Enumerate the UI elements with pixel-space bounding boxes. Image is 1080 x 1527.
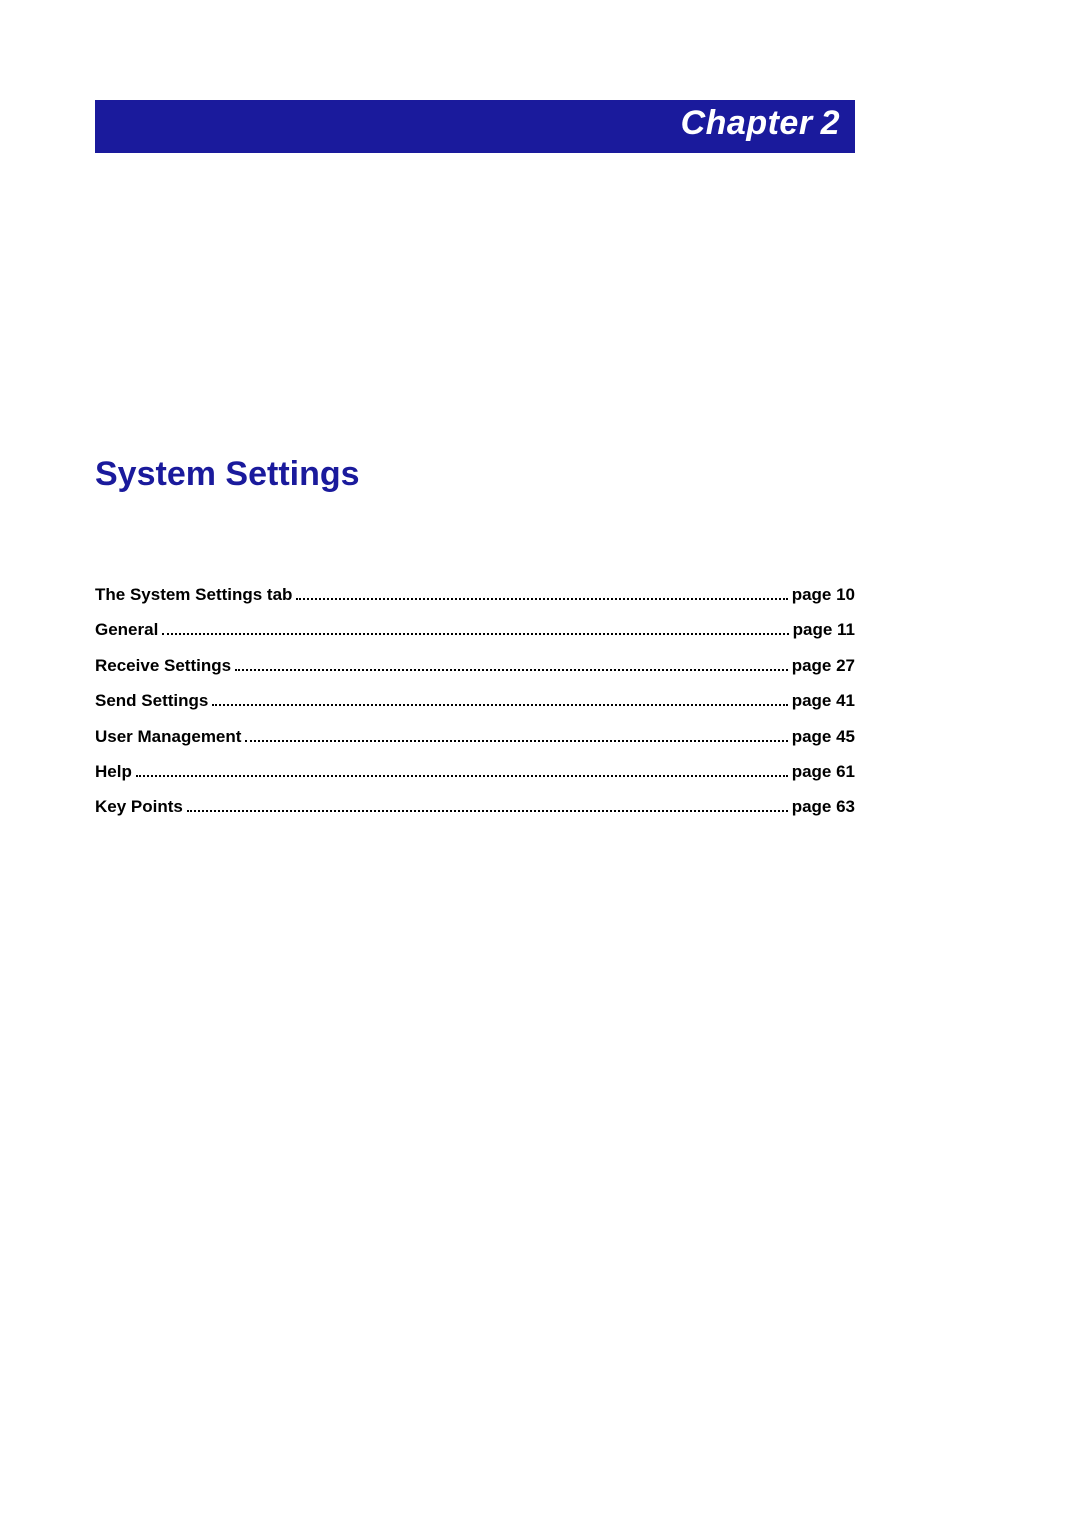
toc-dots [296, 588, 787, 600]
toc-row[interactable]: Send Settings page 41 [95, 691, 855, 711]
table-of-contents: The System Settings tab page 10 General … [95, 585, 855, 833]
toc-page: page 10 [792, 585, 855, 605]
toc-dots [162, 623, 788, 635]
chapter-number: 2 [821, 104, 840, 143]
toc-page: page 11 [793, 620, 855, 640]
toc-row[interactable]: The System Settings tab page 10 [95, 585, 855, 605]
toc-page: page 41 [792, 691, 855, 711]
toc-label: Help [95, 762, 132, 782]
chapter-label: Chapter [681, 104, 813, 143]
toc-dots [136, 765, 788, 777]
toc-label: Receive Settings [95, 656, 231, 676]
toc-label: Send Settings [95, 691, 208, 711]
toc-row[interactable]: Help page 61 [95, 762, 855, 782]
toc-label: User Management [95, 727, 241, 747]
toc-dots [235, 659, 788, 671]
chapter-banner: Chapter 2 [95, 100, 855, 150]
toc-page: page 63 [792, 797, 855, 817]
page-title: System Settings [95, 455, 360, 494]
toc-page: page 61 [792, 762, 855, 782]
toc-page: page 27 [792, 656, 855, 676]
toc-label: The System Settings tab [95, 585, 292, 605]
toc-dots [245, 729, 787, 741]
toc-label: General [95, 620, 158, 640]
toc-page: page 45 [792, 727, 855, 747]
toc-row[interactable]: Receive Settings page 27 [95, 656, 855, 676]
toc-row[interactable]: Key Points page 63 [95, 797, 855, 817]
toc-row[interactable]: User Management page 45 [95, 727, 855, 747]
toc-label: Key Points [95, 797, 183, 817]
toc-row[interactable]: General page 11 [95, 620, 855, 640]
toc-dots [187, 800, 788, 812]
toc-dots [212, 694, 787, 706]
